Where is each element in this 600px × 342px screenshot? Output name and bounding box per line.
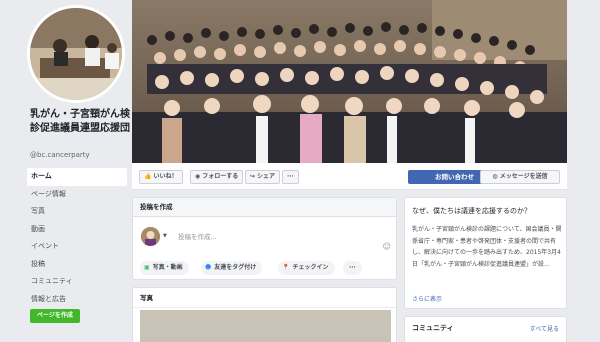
photos-thumbnail[interactable] [140,310,391,342]
community-title: コミュニティ [412,324,454,332]
nav-item-posts[interactable]: 投稿 [27,256,127,274]
cover-photo-image [132,0,567,163]
photos-title[interactable]: 写真 [133,288,396,308]
page-handle[interactable]: @bc.cancerparty [30,151,90,159]
composer-input[interactable]: 投稿を作成... [178,231,217,241]
share-icon: ↪ [250,173,256,180]
follow-button[interactable]: ◉ フォローする [190,170,244,184]
page-profile-picture[interactable] [27,5,125,103]
community-card: コミュニティ すべて見る [404,316,567,342]
check-in-chip[interactable]: 📍 チェックイン [278,261,335,275]
photos-section: 写真 [132,287,397,342]
emoji-icon[interactable]: ☺ [383,242,391,251]
tag-friends-chip[interactable]: ☻ 友達をタグ付け [201,261,263,275]
about-card: なぜ、僕たちは議連を応援するのか？ 乳がん・子宮頸がん検診の課題について、国会議… [404,197,567,309]
page-title[interactable]: 乳がん・子宮頸がん検診促進議員連盟応援団 [30,108,130,136]
about-text: 乳がん・子宮頸がん検診の課題について、国会議員・関係省庁・専門家・患者や啓発団体… [412,226,562,268]
rss-icon: ◉ [195,173,201,180]
nav-item-info-ads[interactable]: 情報と広告 [27,291,127,309]
see-more-link[interactable]: さらに表示 [412,294,442,303]
cover-photo[interactable] [132,0,567,163]
nav-item-photos[interactable]: 写真 [27,203,127,221]
nav-item-community[interactable]: コミュニティ [27,273,127,291]
nav-item-events[interactable]: イベント [27,238,127,256]
profile-photo-image [30,8,122,100]
see-all-link[interactable]: すべて見る [530,324,559,333]
send-message-label: メッセージを送信 [499,173,548,180]
nav-item-home[interactable]: ホーム [27,168,127,186]
tag-friends-label: 友達をタグ付け [214,264,257,271]
share-button[interactable]: ↪ シェア [245,170,281,184]
share-label: シェア [257,173,276,180]
tag-friends-icon: ☻ [205,264,212,271]
follow-label: フォローする [202,173,239,180]
page-nav: ホーム ページ情報 写真 動画 イベント 投稿 コミュニティ 情報と広告 [27,168,127,308]
composer-avatar[interactable] [141,227,160,246]
more-options-chip[interactable]: ··· [343,261,362,275]
more-button[interactable]: ··· [282,170,299,184]
send-message-button[interactable]: ◍ メッセージを送信 [480,170,560,184]
photo-video-label: 写真・動画 [152,264,183,271]
create-page-button[interactable]: ページを作成 [30,309,80,323]
nav-item-about[interactable]: ページ情報 [27,186,127,204]
about-title: なぜ、僕たちは議連を応援するのか？ [412,207,531,215]
messenger-icon: ◍ [492,173,500,180]
like-button[interactable]: 👍 いいね！ [139,170,183,184]
left-column: 乳がん・子宮頸がん検診促進議員連盟応援団 @bc.cancerparty ホーム… [0,0,132,342]
photo-icon: ▣ [144,264,150,271]
composer-title: 投稿を作成 [133,198,396,217]
photo-video-chip[interactable]: ▣ 写真・動画 [140,261,189,275]
post-composer: 投稿を作成 ▼ 投稿を作成... ☺ ▣ 写真・動画 ☻ 友達をタグ付け 📍 チェック… [132,197,397,280]
avatar-image [141,227,160,246]
like-label: いいね！ [153,173,178,180]
check-in-label: チェックイン [292,264,329,271]
thumbs-up-icon: 👍 [144,173,152,180]
nav-item-videos[interactable]: 動画 [27,221,127,239]
location-pin-icon: 📍 [282,264,290,271]
chevron-down-icon[interactable]: ▼ [163,233,167,239]
page-action-bar: 👍 いいね！ ◉ フォローする ↪ シェア ··· お問い合わせ ◍ メッセージを送信 [132,163,567,190]
